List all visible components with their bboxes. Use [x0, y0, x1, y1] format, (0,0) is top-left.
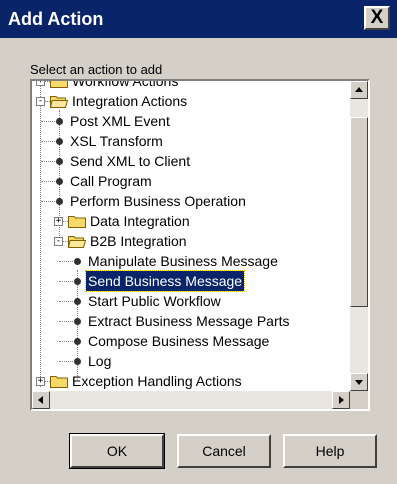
expand-icon[interactable]: + [54, 217, 63, 226]
cancel-button[interactable]: Cancel [177, 434, 271, 468]
action-bullet-icon [74, 298, 81, 305]
tree-folder-label: Integration Actions [72, 93, 188, 109]
tree-item-label: Perform Business Operation [70, 193, 246, 209]
tree-item[interactable]: Start Public Workflow [32, 291, 350, 311]
expand-icon[interactable]: + [36, 377, 45, 386]
tree-item-label: Post XML Event [70, 113, 170, 129]
folder-icon [50, 81, 68, 88]
tree-item-label: Send Business Message [84, 270, 246, 292]
tree-item[interactable]: XSL Transform [32, 131, 350, 151]
expand-icon[interactable]: + [36, 81, 45, 86]
arrow-down-icon [355, 380, 363, 385]
tree-item[interactable]: Manipulate Business Message [32, 251, 350, 271]
action-bullet-icon [74, 358, 81, 365]
tree-item[interactable]: Extract Business Message Parts [32, 311, 350, 331]
action-bullet-icon [56, 198, 63, 205]
tree-item[interactable]: Post XML Event [32, 111, 350, 131]
scrollbar-corner [350, 391, 368, 409]
tree-folder-label: Data Integration [90, 213, 190, 229]
scroll-up-button[interactable] [350, 81, 368, 99]
tree-item[interactable]: Compose Business Message [32, 331, 350, 351]
action-bullet-icon [56, 178, 63, 185]
title-bar: Add Action X [0, 0, 397, 38]
scroll-left-button[interactable] [32, 391, 50, 409]
action-bullet-icon [74, 258, 81, 265]
collapse-icon[interactable]: - [54, 237, 63, 246]
tree-item-label: Extract Business Message Parts [88, 313, 290, 329]
tree-item-label: Compose Business Message [88, 333, 270, 349]
action-bullet-icon [74, 338, 81, 345]
tree-item-label: Start Public Workflow [88, 293, 221, 309]
tree-folder-label: Exception Handling Actions [72, 373, 242, 389]
tree-folder[interactable]: - Integration Actions [32, 91, 350, 111]
tree-item[interactable]: Call Program [32, 171, 350, 191]
arrow-left-icon [38, 396, 43, 404]
tree-folder-label: B2B Integration [90, 233, 187, 249]
prompt-label: Select an action to add [30, 62, 163, 77]
tree-folder[interactable]: + Exception Handling Actions [32, 371, 350, 391]
action-bullet-icon [56, 118, 63, 125]
tree-folder[interactable]: + Workflow Actions [32, 81, 350, 91]
action-tree-panel: + Workflow Actions - Integration Actions Pos… [30, 79, 370, 411]
action-bullet-icon [74, 318, 81, 325]
action-bullet-icon [74, 278, 81, 285]
tree-item[interactable]: Log [32, 351, 350, 371]
close-button[interactable]: X [364, 6, 390, 30]
tree-item-label: XSL Transform [70, 133, 163, 149]
folder-open-icon [50, 96, 68, 108]
horizontal-scrollbar[interactable] [32, 391, 350, 409]
folder-open-icon [68, 236, 86, 248]
vertical-scrollbar[interactable] [350, 81, 368, 391]
arrow-right-icon [339, 396, 344, 404]
vertical-scroll-thumb[interactable] [350, 117, 368, 307]
dialog-title: Add Action [8, 9, 104, 29]
tree-item[interactable]: Send Business Message [32, 270, 350, 292]
tree-folder-label: Workflow Actions [72, 81, 179, 89]
tree-item-label: Log [88, 353, 112, 369]
close-icon: X [370, 7, 384, 28]
action-bullet-icon [56, 158, 63, 165]
tree-item-label: Manipulate Business Message [88, 253, 278, 269]
folder-icon [68, 216, 86, 228]
action-bullet-icon [56, 138, 63, 145]
tree-item-label: Send XML to Client [70, 153, 191, 169]
tree-item-label: Call Program [70, 173, 152, 189]
help-button[interactable]: Help [283, 434, 377, 468]
add-action-dialog: Add Action X Select an action to add + Wo… [0, 0, 397, 484]
action-tree[interactable]: + Workflow Actions - Integration Actions Pos… [32, 81, 350, 391]
tree-item[interactable]: Perform Business Operation [32, 191, 350, 211]
tree-folder[interactable]: + Data Integration [32, 211, 350, 231]
arrow-up-icon [355, 87, 363, 92]
folder-icon [50, 376, 68, 388]
scroll-down-button[interactable] [350, 373, 368, 391]
scroll-right-button[interactable] [332, 391, 350, 409]
collapse-icon[interactable]: - [36, 97, 45, 106]
tree-item[interactable]: Send XML to Client [32, 151, 350, 171]
ok-button[interactable]: OK [69, 433, 165, 469]
tree-folder[interactable]: - B2B Integration [32, 231, 350, 251]
